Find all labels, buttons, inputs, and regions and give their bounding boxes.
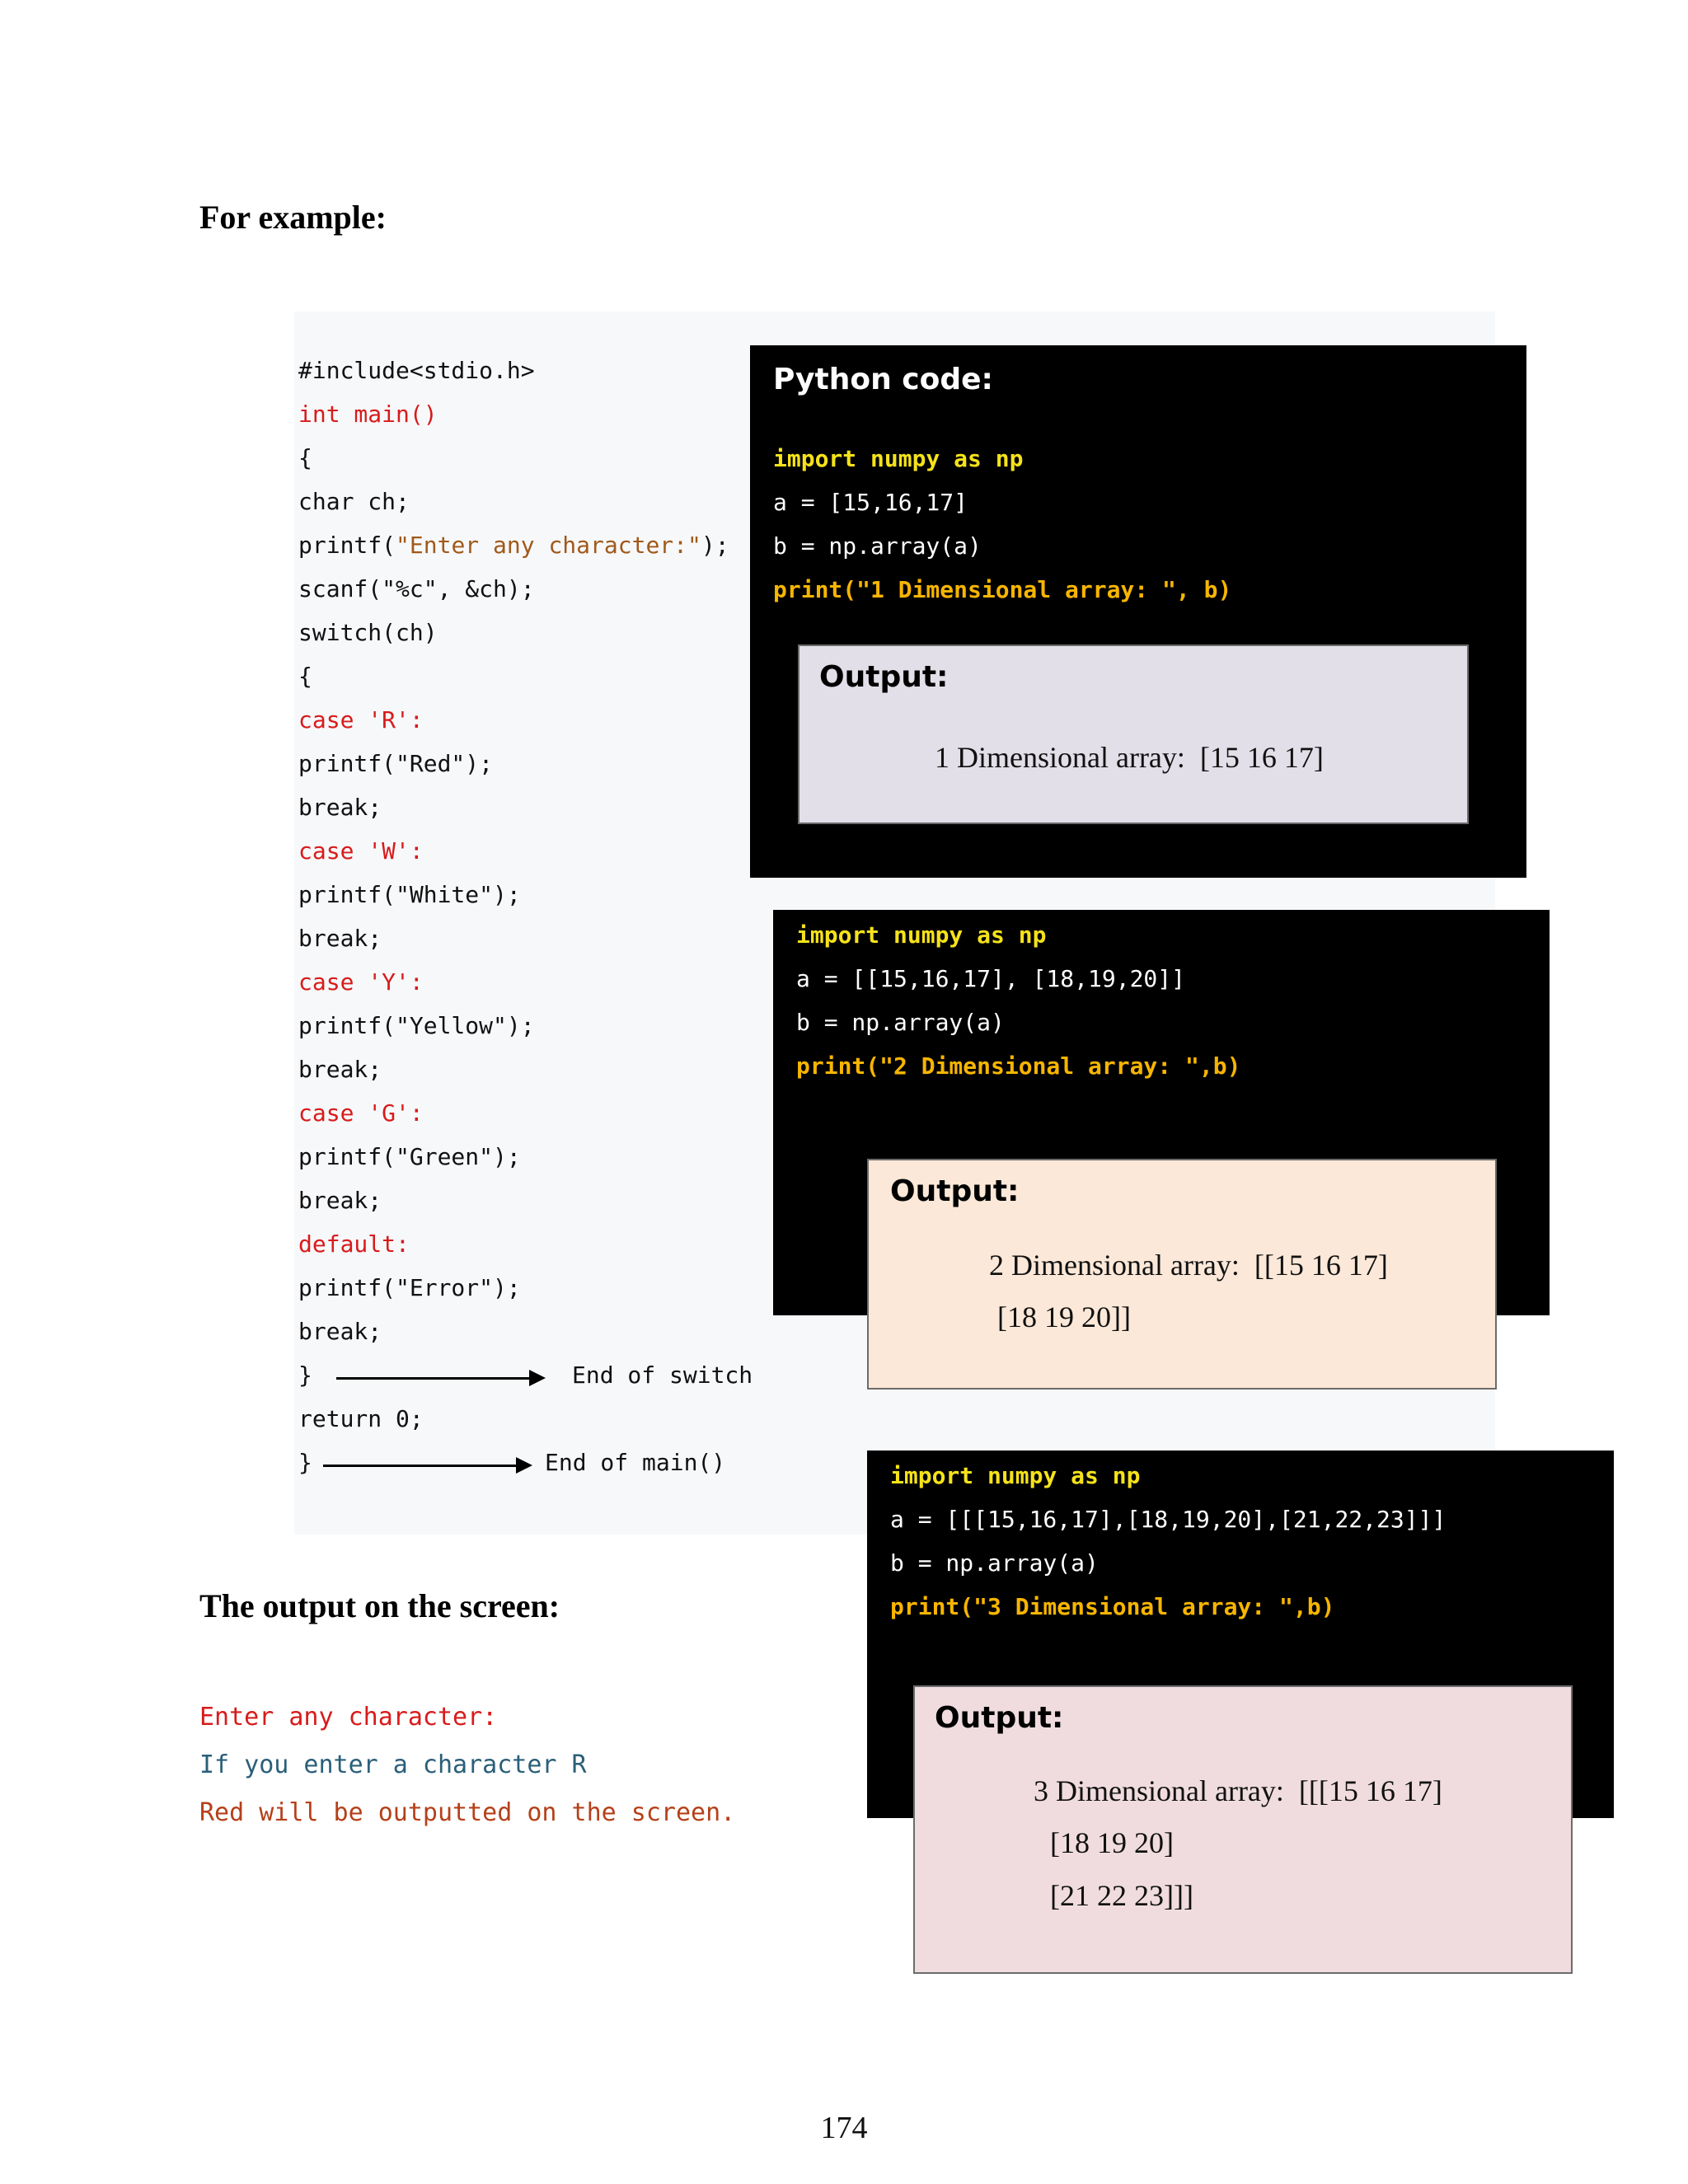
code-line: printf("Enter any character:");	[298, 532, 729, 559]
output-text: [21 22 23]]]	[1050, 1879, 1193, 1912]
output-label: Output:	[890, 1174, 1020, 1208]
code-line: return 0;	[298, 1405, 424, 1432]
example-heading: For example:	[199, 199, 387, 236]
python-code-title: Python code:	[773, 363, 993, 396]
code-line: printf("Red");	[298, 750, 494, 777]
output-text: [18 19 20]	[1050, 1826, 1174, 1859]
code-line: printf("Green");	[298, 1143, 521, 1170]
code-line: break;	[298, 794, 382, 821]
code-line: printf("Error");	[298, 1274, 521, 1301]
code-line: {	[298, 663, 312, 690]
code-token: );	[701, 532, 729, 559]
python-line: a = [[[15,16,17],[18,19,20],[21,22,23]]]	[890, 1506, 1447, 1533]
python-line: b = np.array(a)	[796, 1009, 1005, 1036]
code-line: break;	[298, 1318, 382, 1345]
code-string: "Enter any character:"	[396, 532, 701, 559]
output-text: 1 Dimensional array: [15 16 17]	[935, 741, 1324, 774]
code-line: break;	[298, 1056, 382, 1083]
python-line: import numpy as np	[773, 445, 1024, 472]
output-label: Output:	[819, 660, 949, 694]
output-text: [18 19 20]]	[997, 1301, 1131, 1333]
output-text: 3 Dimensional array: [[[15 16 17]	[1034, 1774, 1442, 1807]
end-switch-arrow	[336, 1370, 546, 1386]
python-line: b = np.array(a)	[890, 1549, 1099, 1577]
screen-line: Enter any character:	[199, 1703, 498, 1732]
code-line: break;	[298, 1187, 382, 1214]
screen-output-heading: The output on the screen:	[199, 1587, 560, 1624]
code-line: }	[298, 1449, 312, 1476]
end-main-arrow	[323, 1457, 532, 1474]
page-number: 174	[820, 2111, 868, 2145]
code-line: case 'W':	[298, 837, 424, 865]
code-line: switch(ch)	[298, 619, 438, 646]
code-line: printf("White");	[298, 881, 521, 908]
code-line: case 'G':	[298, 1099, 424, 1127]
code-line: scanf("%c", &ch);	[298, 575, 535, 602]
python-line: print("1 Dimensional array: ", b)	[773, 576, 1232, 603]
code-line: printf("Yellow");	[298, 1012, 535, 1039]
code-token: printf(	[298, 532, 396, 559]
screen-line: Red will be outputted on the screen.	[199, 1798, 736, 1827]
python-line: print("3 Dimensional array: ",b)	[890, 1593, 1335, 1620]
code-line: case 'Y':	[298, 968, 424, 996]
end-main-note: End of main()	[545, 1449, 726, 1476]
output-label: Output:	[935, 1701, 1064, 1735]
code-line: int main()	[298, 401, 438, 428]
code-line: char ch;	[298, 488, 410, 515]
output-text: 2 Dimensional array: [[15 16 17]	[989, 1249, 1388, 1282]
python-line: b = np.array(a)	[773, 532, 982, 560]
screen-line: If you enter a character R	[199, 1750, 587, 1779]
code-line: {	[298, 444, 312, 471]
code-line: #include<stdio.h>	[298, 357, 535, 384]
code-line: case 'R':	[298, 706, 424, 733]
python-line: import numpy as np	[890, 1462, 1141, 1489]
python-line: import numpy as np	[796, 921, 1047, 949]
code-line: break;	[298, 925, 382, 952]
end-switch-note: End of switch	[572, 1361, 753, 1389]
code-line: }	[298, 1361, 312, 1389]
python-line: a = [[15,16,17], [18,19,20]]	[796, 965, 1186, 992]
python-line: print("2 Dimensional array: ",b)	[796, 1052, 1241, 1080]
python-line: a = [15,16,17]	[773, 489, 968, 516]
code-line: default:	[298, 1230, 410, 1258]
